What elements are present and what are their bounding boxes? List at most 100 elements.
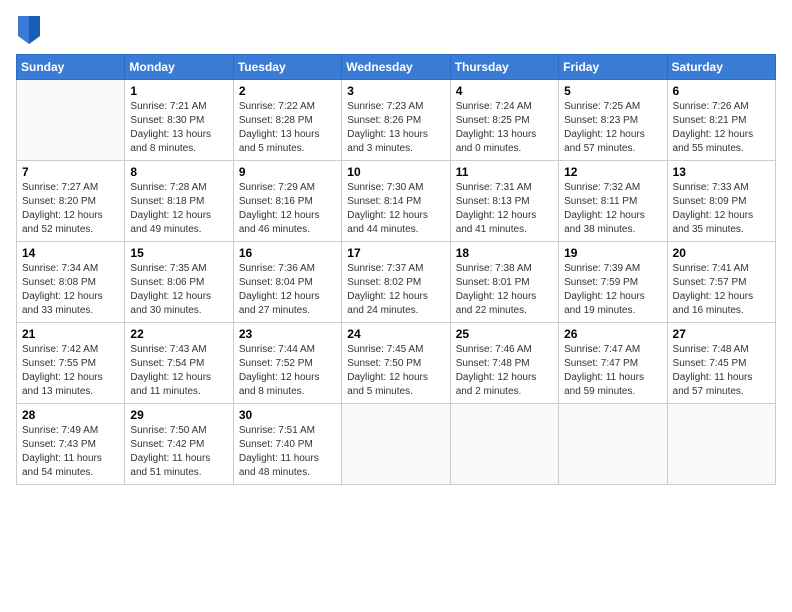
- day-info: Sunrise: 7:36 AMSunset: 8:04 PMDaylight:…: [239, 262, 336, 318]
- day-number: 20: [673, 246, 770, 260]
- calendar-week-row: 21 Sunrise: 7:42 AMSunset: 7:55 PMDayligh…: [17, 323, 776, 404]
- day-number: 29: [130, 408, 227, 422]
- day-info: Sunrise: 7:28 AMSunset: 8:18 PMDaylight:…: [130, 181, 227, 237]
- calendar-cell: 7 Sunrise: 7:27 AMSunset: 8:20 PMDaylight…: [17, 161, 125, 242]
- calendar-cell: [667, 404, 775, 485]
- day-of-week-header: Thursday: [450, 55, 558, 80]
- day-info: Sunrise: 7:44 AMSunset: 7:52 PMDaylight:…: [239, 343, 336, 399]
- day-number: 26: [564, 327, 661, 341]
- calendar-cell: 3Sunrise: 7:23 AMSunset: 8:26 PMDaylight…: [342, 80, 450, 161]
- day-number: 14: [22, 246, 119, 260]
- page-header: [16, 16, 776, 44]
- calendar-cell: 29 Sunrise: 7:50 AMSunset: 7:42 PMDayligh…: [125, 404, 233, 485]
- calendar-week-row: 14 Sunrise: 7:34 AMSunset: 8:08 PMDayligh…: [17, 242, 776, 323]
- calendar-table: SundayMondayTuesdayWednesdayThursdayFrid…: [16, 54, 776, 485]
- calendar-week-row: 7 Sunrise: 7:27 AMSunset: 8:20 PMDaylight…: [17, 161, 776, 242]
- calendar-cell: 26 Sunrise: 7:47 AMSunset: 7:47 PMDayligh…: [559, 323, 667, 404]
- calendar-cell: 10 Sunrise: 7:30 AMSunset: 8:14 PMDayligh…: [342, 161, 450, 242]
- day-info: Sunrise: 7:51 AMSunset: 7:40 PMDaylight:…: [239, 424, 336, 480]
- calendar-cell: 19 Sunrise: 7:39 AMSunset: 7:59 PMDayligh…: [559, 242, 667, 323]
- calendar-cell: 18 Sunrise: 7:38 AMSunset: 8:01 PMDayligh…: [450, 242, 558, 323]
- calendar-cell: 21 Sunrise: 7:42 AMSunset: 7:55 PMDayligh…: [17, 323, 125, 404]
- calendar-cell: 22 Sunrise: 7:43 AMSunset: 7:54 PMDayligh…: [125, 323, 233, 404]
- day-info: Sunrise: 7:39 AMSunset: 7:59 PMDaylight:…: [564, 262, 661, 318]
- day-number: 9: [239, 165, 336, 179]
- day-of-week-header: Tuesday: [233, 55, 341, 80]
- day-number: 18: [456, 246, 553, 260]
- calendar-week-row: 1 Sunrise: 7:21 AMSunset: 8:30 PMDaylight…: [17, 80, 776, 161]
- day-info: Sunrise: 7:47 AMSunset: 7:47 PMDaylight:…: [564, 343, 661, 399]
- calendar-cell: 25 Sunrise: 7:46 AMSunset: 7:48 PMDayligh…: [450, 323, 558, 404]
- calendar-cell: 5 Sunrise: 7:25 AMSunset: 8:23 PMDaylight…: [559, 80, 667, 161]
- day-info: Sunrise: 7:42 AMSunset: 7:55 PMDaylight:…: [22, 343, 119, 399]
- calendar-cell: 2Sunrise: 7:22 AMSunset: 8:28 PMDaylight…: [233, 80, 341, 161]
- day-info: Sunrise: 7:30 AMSunset: 8:14 PMDaylight:…: [347, 181, 444, 237]
- day-of-week-header: Friday: [559, 55, 667, 80]
- day-number: 6: [673, 84, 770, 98]
- day-number: 17: [347, 246, 444, 260]
- day-number: 19: [564, 246, 661, 260]
- calendar-cell: 1 Sunrise: 7:21 AMSunset: 8:30 PMDaylight…: [125, 80, 233, 161]
- day-number: 4: [456, 84, 553, 98]
- day-info: Sunrise: 7:49 AMSunset: 7:43 PMDaylight:…: [22, 424, 119, 480]
- calendar-cell: 16Sunrise: 7:36 AMSunset: 8:04 PMDayligh…: [233, 242, 341, 323]
- day-info: Sunrise: 7:50 AMSunset: 7:42 PMDaylight:…: [130, 424, 227, 480]
- day-info: Sunrise: 7:45 AMSunset: 7:50 PMDaylight:…: [347, 343, 444, 399]
- calendar-cell: 27 Sunrise: 7:48 AMSunset: 7:45 PMDayligh…: [667, 323, 775, 404]
- day-number: 11: [456, 165, 553, 179]
- logo-general: [16, 16, 40, 44]
- calendar-cell: 13Sunrise: 7:33 AMSunset: 8:09 PMDayligh…: [667, 161, 775, 242]
- calendar-cell: 20 Sunrise: 7:41 AMSunset: 7:57 PMDayligh…: [667, 242, 775, 323]
- calendar-cell: 8 Sunrise: 7:28 AMSunset: 8:18 PMDaylight…: [125, 161, 233, 242]
- day-info: Sunrise: 7:27 AMSunset: 8:20 PMDaylight:…: [22, 181, 119, 237]
- day-number: 21: [22, 327, 119, 341]
- calendar-cell: 14 Sunrise: 7:34 AMSunset: 8:08 PMDayligh…: [17, 242, 125, 323]
- day-number: 24: [347, 327, 444, 341]
- calendar-cell: 28 Sunrise: 7:49 AMSunset: 7:43 PMDayligh…: [17, 404, 125, 485]
- day-info: Sunrise: 7:23 AMSunset: 8:26 PMDaylight:…: [347, 100, 444, 156]
- day-info: Sunrise: 7:25 AMSunset: 8:23 PMDaylight:…: [564, 100, 661, 156]
- calendar-cell: [559, 404, 667, 485]
- calendar-cell: 23 Sunrise: 7:44 AMSunset: 7:52 PMDayligh…: [233, 323, 341, 404]
- calendar-week-row: 28 Sunrise: 7:49 AMSunset: 7:43 PMDayligh…: [17, 404, 776, 485]
- day-number: 23: [239, 327, 336, 341]
- day-info: Sunrise: 7:29 AMSunset: 8:16 PMDaylight:…: [239, 181, 336, 237]
- day-number: 25: [456, 327, 553, 341]
- calendar-cell: 9 Sunrise: 7:29 AMSunset: 8:16 PMDaylight…: [233, 161, 341, 242]
- day-number: 5: [564, 84, 661, 98]
- calendar-cell: 15Sunrise: 7:35 AMSunset: 8:06 PMDayligh…: [125, 242, 233, 323]
- day-number: 10: [347, 165, 444, 179]
- calendar-cell: [450, 404, 558, 485]
- day-of-week-header: Sunday: [17, 55, 125, 80]
- logo: [16, 16, 40, 44]
- day-info: Sunrise: 7:46 AMSunset: 7:48 PMDaylight:…: [456, 343, 553, 399]
- day-of-week-header: Wednesday: [342, 55, 450, 80]
- day-info: Sunrise: 7:24 AMSunset: 8:25 PMDaylight:…: [456, 100, 553, 156]
- day-info: Sunrise: 7:41 AMSunset: 7:57 PMDaylight:…: [673, 262, 770, 318]
- day-info: Sunrise: 7:33 AMSunset: 8:09 PMDaylight:…: [673, 181, 770, 237]
- day-number: 28: [22, 408, 119, 422]
- day-info: Sunrise: 7:35 AMSunset: 8:06 PMDaylight:…: [130, 262, 227, 318]
- calendar-cell: 30Sunrise: 7:51 AMSunset: 7:40 PMDayligh…: [233, 404, 341, 485]
- day-info: Sunrise: 7:43 AMSunset: 7:54 PMDaylight:…: [130, 343, 227, 399]
- day-number: 1: [130, 84, 227, 98]
- day-number: 12: [564, 165, 661, 179]
- day-number: 8: [130, 165, 227, 179]
- day-number: 7: [22, 165, 119, 179]
- day-number: 27: [673, 327, 770, 341]
- day-info: Sunrise: 7:38 AMSunset: 8:01 PMDaylight:…: [456, 262, 553, 318]
- calendar-cell: 17 Sunrise: 7:37 AMSunset: 8:02 PMDayligh…: [342, 242, 450, 323]
- day-info: Sunrise: 7:32 AMSunset: 8:11 PMDaylight:…: [564, 181, 661, 237]
- calendar-header-row: SundayMondayTuesdayWednesdayThursdayFrid…: [17, 55, 776, 80]
- calendar-cell: 12 Sunrise: 7:32 AMSunset: 8:11 PMDayligh…: [559, 161, 667, 242]
- day-info: Sunrise: 7:34 AMSunset: 8:08 PMDaylight:…: [22, 262, 119, 318]
- day-of-week-header: Monday: [125, 55, 233, 80]
- calendar-cell: 11Sunrise: 7:31 AMSunset: 8:13 PMDayligh…: [450, 161, 558, 242]
- day-info: Sunrise: 7:37 AMSunset: 8:02 PMDaylight:…: [347, 262, 444, 318]
- calendar-cell: [342, 404, 450, 485]
- day-number: 22: [130, 327, 227, 341]
- day-info: Sunrise: 7:22 AMSunset: 8:28 PMDaylight:…: [239, 100, 336, 156]
- calendar-cell: 6Sunrise: 7:26 AMSunset: 8:21 PMDaylight…: [667, 80, 775, 161]
- day-info: Sunrise: 7:21 AMSunset: 8:30 PMDaylight:…: [130, 100, 227, 156]
- day-info: Sunrise: 7:48 AMSunset: 7:45 PMDaylight:…: [673, 343, 770, 399]
